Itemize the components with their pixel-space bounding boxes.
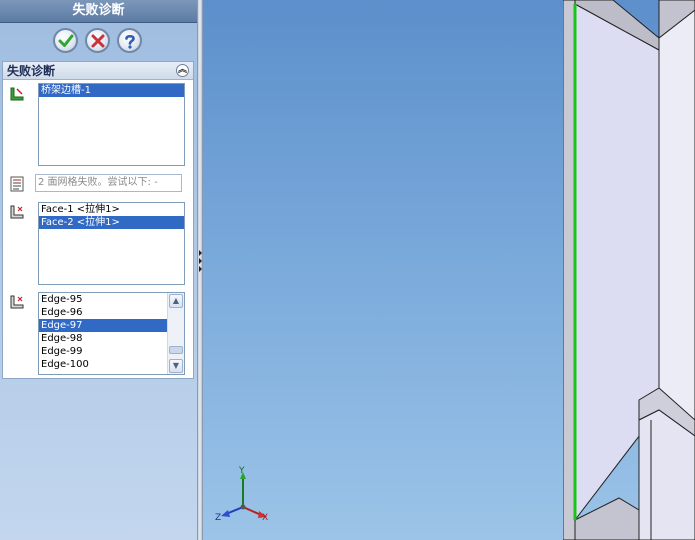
list-message-icon — [10, 176, 24, 192]
feature-select-icon — [10, 87, 24, 101]
list-item[interactable]: Edge-96 — [39, 306, 184, 319]
diagnosis-message-field: 2 面网格失败。尝试以下: - — [35, 174, 182, 192]
scroll-up-icon[interactable]: ▲ — [169, 294, 183, 308]
question-icon — [124, 34, 135, 49]
axes-triad: Y X Z — [215, 466, 268, 523]
x-icon — [91, 34, 104, 47]
edge-list-scrollbar[interactable]: ▲ ▼ — [167, 293, 184, 374]
ok-button[interactable] — [53, 28, 78, 53]
z-axis-label: Z — [215, 513, 221, 523]
list-item[interactable]: Edge-100 — [39, 358, 184, 371]
edge-selection-list[interactable]: Edge-95 Edge-96 Edge-97 Edge-98 Edge-99 … — [38, 292, 185, 375]
scroll-thumb[interactable] — [169, 346, 183, 354]
property-manager-panel: 失败诊断 失败诊断 ︽ 桥架边槽-1 Face-1 <拉伸1> Face-2 <… — [0, 0, 197, 540]
double-chevron-up-icon[interactable]: ︽ — [176, 64, 189, 77]
cancel-button[interactable] — [85, 28, 110, 53]
failure-diagnosis-section: 失败诊断 ︽ 桥架边槽-1 Face-1 <拉伸1> Face-2 <拉伸1> — [2, 61, 194, 379]
panel-title: 失败诊断 — [0, 0, 197, 23]
edge-select-icon — [10, 295, 24, 309]
face-selection-list[interactable]: Face-1 <拉伸1> Face-2 <拉伸1> — [38, 202, 185, 285]
list-item[interactable]: 桥架边槽-1 — [39, 84, 184, 97]
graphics-viewport[interactable]: Y X Z — [203, 0, 695, 540]
help-button[interactable] — [117, 28, 142, 53]
list-item[interactable]: Face-1 <拉伸1> — [39, 203, 184, 216]
list-item[interactable]: Face-2 <拉伸1> — [39, 216, 184, 229]
section-title: 失败诊断 — [7, 64, 56, 78]
y-axis-label: Y — [238, 466, 245, 476]
feature-selection-list[interactable]: 桥架边槽-1 — [38, 83, 185, 166]
list-item[interactable]: Edge-97 — [39, 319, 167, 332]
model-geometry[interactable] — [563, 0, 695, 540]
x-axis — [242, 506, 262, 516]
face-select-icon — [10, 205, 24, 219]
list-item[interactable]: Edge-99 — [39, 345, 184, 358]
list-item[interactable]: Edge-95 — [39, 293, 184, 306]
x-axis-label: X — [262, 513, 268, 523]
scroll-down-icon[interactable]: ▼ — [169, 359, 183, 373]
section-header: 失败诊断 ︽ — [3, 62, 193, 80]
list-item[interactable]: Edge-98 — [39, 332, 184, 345]
checkmark-icon — [58, 34, 73, 47]
